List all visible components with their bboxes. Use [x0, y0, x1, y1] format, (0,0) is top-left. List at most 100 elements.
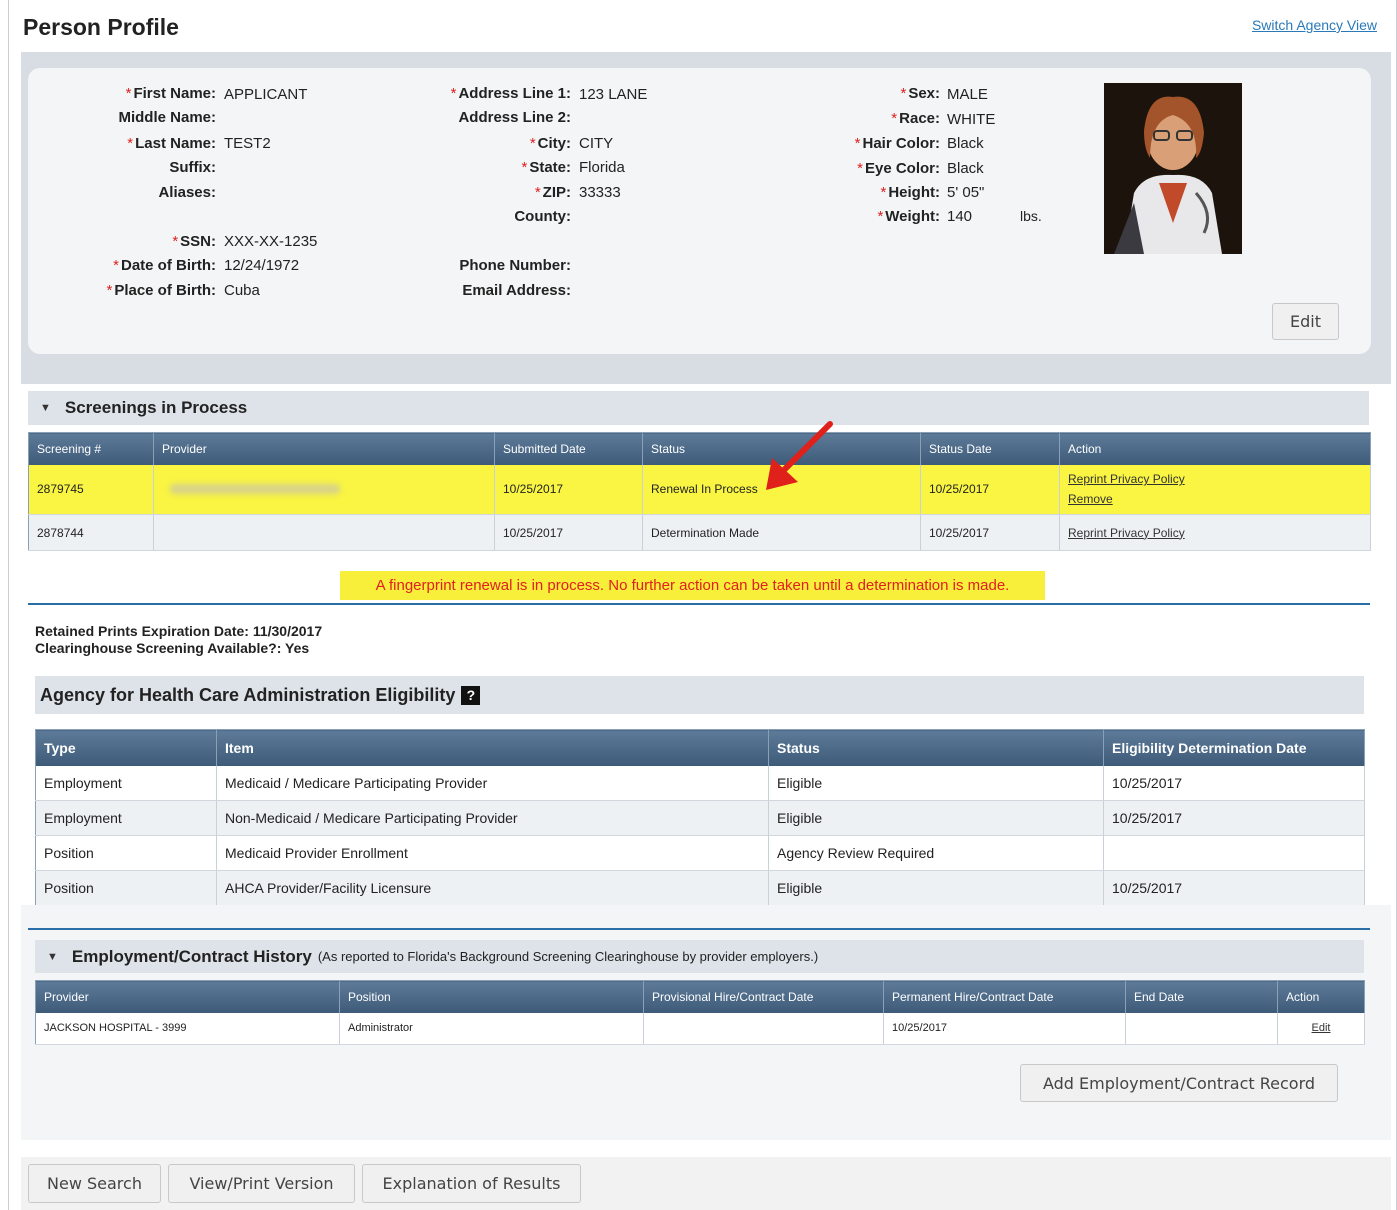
city-label: * City: — [529, 135, 571, 152]
pob-label: * Place of Birth: — [106, 282, 216, 299]
pob-value: Cuba — [224, 282, 260, 299]
phone-label: Phone Number: — [459, 257, 571, 274]
table-row: Employment Medicaid / Medicare Participa… — [35, 765, 1365, 801]
section-divider — [28, 603, 1370, 605]
view-print-version-button[interactable]: View/Print Version — [168, 1164, 355, 1203]
clearinghouse-available: Clearinghouse Screening Available?: Yes — [35, 640, 310, 656]
screenings-header-row: Screening # Provider Submitted Date Stat… — [28, 432, 1371, 465]
submitted-date: 10/25/2017 — [494, 514, 643, 551]
sex-value: MALE — [947, 86, 988, 103]
employment-section-header[interactable]: ▼ Employment/Contract History (As report… — [35, 940, 1364, 973]
state-value: Florida — [579, 159, 625, 176]
col-action: Action — [1059, 432, 1371, 465]
page-title: Person Profile — [23, 14, 179, 40]
date-cell: 10/25/2017 — [1103, 765, 1365, 801]
date-cell: 10/25/2017 — [1103, 870, 1365, 906]
table-row: Position AHCA Provider/Facility Licensur… — [35, 870, 1365, 906]
hair-color-label: * Hair Color: — [854, 135, 940, 152]
end-date-cell — [1125, 1012, 1278, 1045]
hair-color-value: Black — [947, 135, 984, 152]
screening-number: 2878744 — [28, 514, 154, 551]
city-value: CITY — [579, 135, 614, 152]
ssn-label: * SSN: — [172, 233, 216, 250]
remove-link[interactable]: Remove — [1068, 492, 1362, 506]
item-cell: Medicaid / Medicare Participating Provid… — [216, 765, 769, 801]
new-search-button[interactable]: New Search — [28, 1164, 161, 1203]
col-determination-date: Eligibility Determination Date — [1103, 729, 1365, 766]
screenings-table: Screening # Provider Submitted Date Stat… — [28, 432, 1371, 551]
weight-value: 140 — [947, 208, 973, 225]
col-position[interactable]: Position — [339, 980, 644, 1013]
item-cell: Non-Medicaid / Medicare Participating Pr… — [216, 800, 769, 836]
col-provisional-date[interactable]: Provisional Hire/Contract Date — [643, 980, 884, 1013]
permanent-date-cell: 10/25/2017 — [883, 1012, 1126, 1045]
section-divider — [28, 928, 1370, 930]
help-icon[interactable]: ? — [461, 685, 481, 705]
annotation-arrow-icon — [766, 421, 833, 490]
height-value: 5' 05" — [947, 184, 985, 201]
provider-cell — [153, 464, 495, 515]
collapse-caret-icon[interactable]: ▼ — [47, 951, 58, 963]
address1-value: 123 LANE — [579, 86, 648, 103]
edit-employment-link[interactable]: Edit — [1286, 1022, 1356, 1034]
status-date: 10/25/2017 — [920, 464, 1060, 515]
submitted-date: 10/25/2017 — [494, 464, 643, 515]
eye-color-label: * Eye Color: — [857, 160, 940, 177]
suffix-label: Suffix: — [169, 159, 216, 176]
explanation-of-results-button[interactable]: Explanation of Results — [362, 1164, 581, 1203]
status-cell: Eligible — [768, 765, 1104, 801]
first-name-label: * First Name: — [125, 85, 216, 102]
status-cell: Eligible — [768, 870, 1104, 906]
eye-color-value: Black — [947, 160, 984, 177]
county-label: County: — [514, 208, 571, 225]
table-row: 2879745 10/25/2017 Renewal In Process 10… — [28, 464, 1371, 515]
col-provider[interactable]: Provider — [153, 432, 495, 465]
weight-unit: lbs. — [1020, 208, 1042, 224]
collapse-caret-icon[interactable]: ▼ — [40, 402, 51, 414]
col-permanent-date[interactable]: Permanent Hire/Contract Date — [883, 980, 1126, 1013]
edit-profile-button[interactable]: Edit — [1272, 303, 1339, 340]
date-cell: 10/25/2017 — [1103, 800, 1365, 836]
status-cell: Eligible — [768, 800, 1104, 836]
col-submitted-date[interactable]: Submitted Date — [494, 432, 643, 465]
add-employment-record-button[interactable]: Add Employment/Contract Record — [1020, 1064, 1338, 1102]
first-name-value: APPLICANT — [224, 86, 308, 103]
provider-cell — [153, 514, 495, 551]
type-cell: Position — [35, 870, 217, 906]
col-screening-number[interactable]: Screening # — [28, 432, 154, 465]
status: Determination Made — [642, 514, 921, 551]
col-end-date[interactable]: End Date — [1125, 980, 1278, 1013]
employment-title: Employment/Contract History — [71, 946, 312, 966]
weight-label: * Weight: — [877, 208, 940, 225]
item-cell: Medicaid Provider Enrollment — [216, 835, 769, 871]
employment-subtitle: (As reported to Florida's Background Scr… — [317, 949, 819, 964]
employment-header-row: Provider Position Provisional Hire/Contr… — [35, 980, 1365, 1013]
sex-label: * Sex: — [900, 85, 940, 102]
switch-agency-view-link[interactable]: Switch Agency View — [1252, 17, 1377, 33]
race-label: * Race: — [891, 110, 940, 127]
col-provider[interactable]: Provider — [35, 980, 340, 1013]
reprint-privacy-policy-link[interactable]: Reprint Privacy Policy — [1068, 472, 1362, 486]
blurred-provider-name — [170, 484, 340, 495]
table-row: Employment Non-Medicaid / Medicare Parti… — [35, 800, 1365, 836]
action-cell: Reprint Privacy Policy Remove — [1059, 464, 1371, 515]
reprint-privacy-policy-link[interactable]: Reprint Privacy Policy — [1068, 526, 1362, 540]
address2-label: Address Line 2: — [458, 109, 571, 126]
screenings-title: Screenings in Process — [64, 398, 248, 417]
dob-label: * Date of Birth: — [113, 257, 216, 274]
eligibility-section-header: Agency for Health Care Administration El… — [35, 676, 1364, 714]
table-row: Position Medicaid Provider Enrollment Ag… — [35, 835, 1365, 871]
table-row: JACKSON HOSPITAL - 3999 Administrator 10… — [35, 1012, 1365, 1045]
eligibility-title: Agency for Health Care Administration El… — [40, 684, 456, 705]
person-photo — [1104, 83, 1242, 254]
item-cell: AHCA Provider/Facility Licensure — [216, 870, 769, 906]
col-status-date[interactable]: Status Date — [920, 432, 1060, 465]
middle-name-label: Middle Name: — [118, 109, 216, 126]
last-name-label: * Last Name: — [127, 135, 216, 152]
date-cell — [1103, 835, 1365, 871]
col-status: Status — [768, 729, 1104, 766]
screenings-section-header[interactable]: ▼ Screenings in Process — [28, 391, 1369, 425]
ssn-value: XXX-XX-1235 — [224, 233, 318, 250]
state-label: * State: — [521, 159, 571, 176]
type-cell: Employment — [35, 800, 217, 836]
